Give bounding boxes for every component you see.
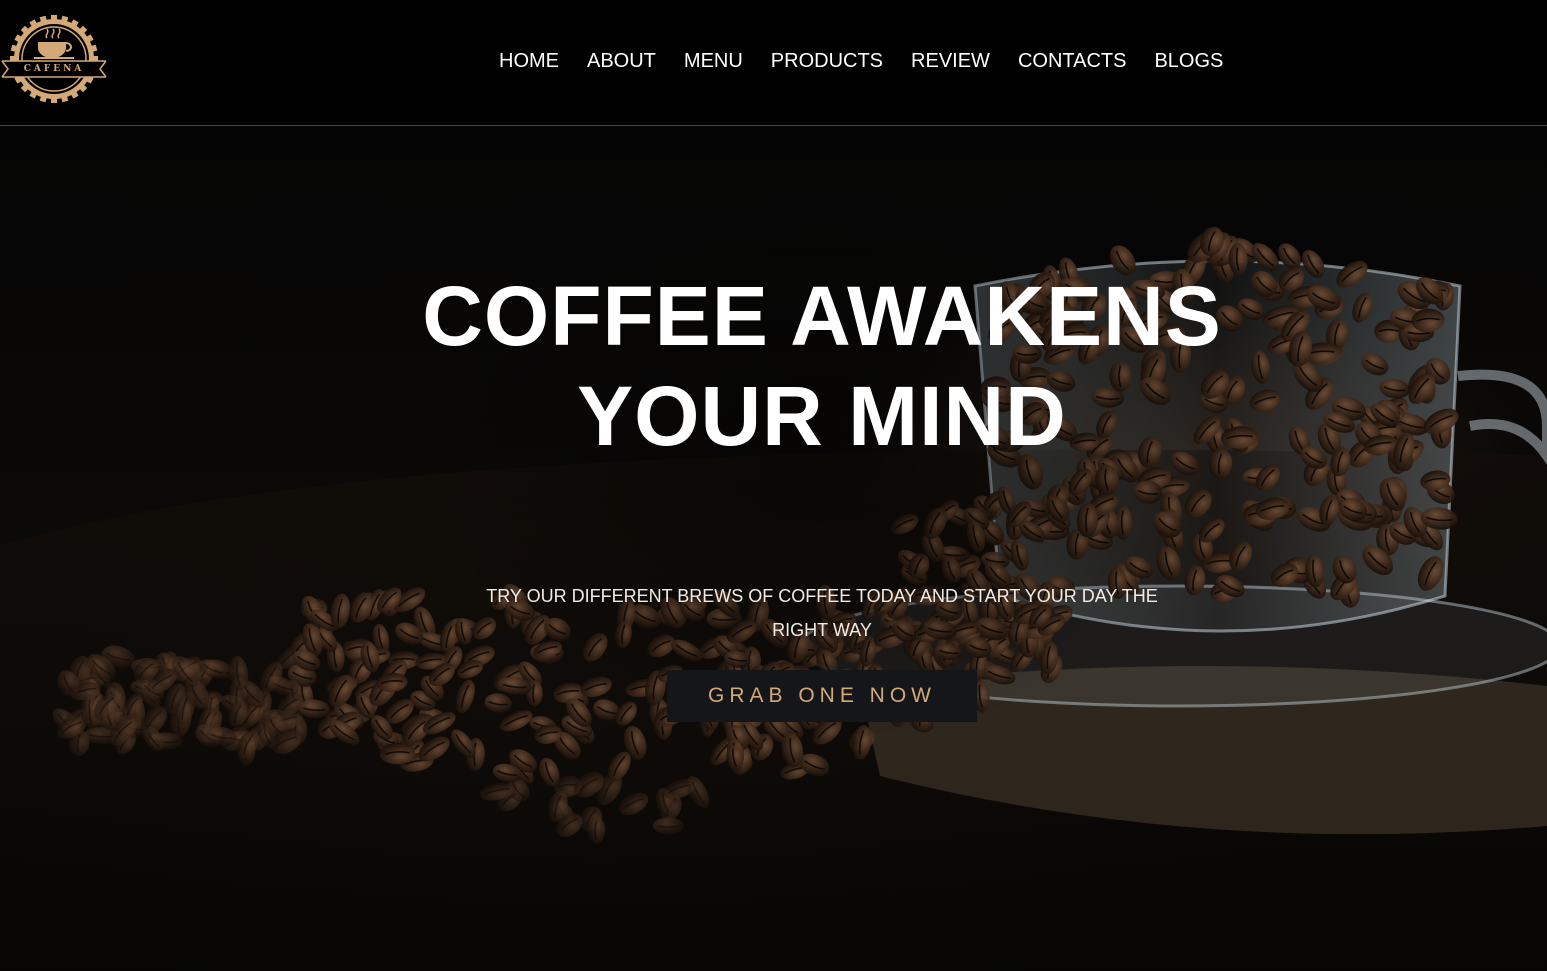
hero-title: COFFEE AWAKENS YOUR MIND (422, 269, 1222, 463)
logo-text: CAFENA (23, 64, 85, 74)
nav-item-about[interactable]: ABOUT (573, 47, 670, 75)
nav-item-review[interactable]: REVIEW (897, 47, 1004, 75)
hero-section: COFFEE AWAKENS YOUR MIND TRY OUR DIFFERE… (0, 126, 1547, 971)
nav-item-products[interactable]: PRODUCTS (757, 47, 897, 75)
hero-overlay (0, 126, 1547, 971)
logo-badge-icon (1, 15, 107, 103)
nav-item-contacts[interactable]: CONTACTS (1004, 47, 1141, 75)
nav-item-blogs[interactable]: BLOGS (1140, 47, 1237, 75)
grab-one-now-button[interactable]: GRAB ONE NOW (667, 670, 977, 722)
page: CAFENA HOME ABOUT MENU PRODUCTS REVIEW C… (0, 0, 1547, 971)
cafena-logo[interactable]: CAFENA (0, 14, 108, 104)
nav-item-home[interactable]: HOME (485, 47, 573, 75)
main-nav: HOME ABOUT MENU PRODUCTS REVIEW CONTACTS… (485, 47, 1237, 75)
site-header: CAFENA HOME ABOUT MENU PRODUCTS REVIEW C… (0, 0, 1547, 126)
nav-item-menu[interactable]: MENU (670, 47, 757, 75)
hero-subtitle: TRY OUR DIFFERENT BREWS OF COFFEE TODAY … (486, 586, 1158, 640)
